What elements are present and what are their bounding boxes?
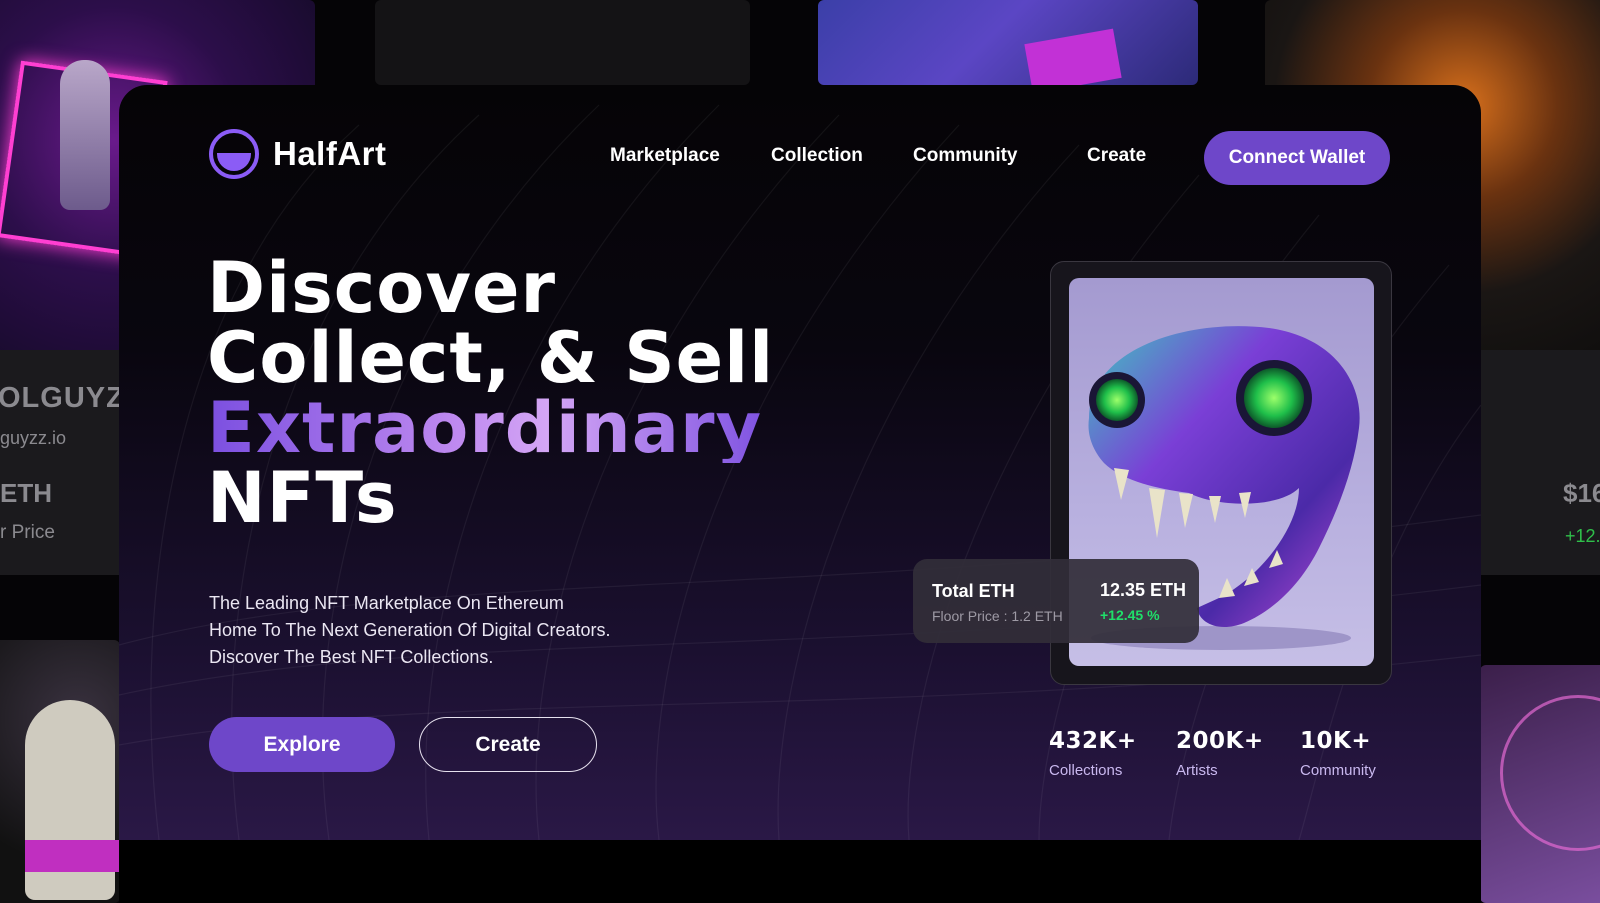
- bg-card-change-right: +12.: [1565, 526, 1600, 546]
- halfart-logo-icon: [209, 129, 259, 179]
- bg-art-stripe: [25, 840, 120, 872]
- hand-art: [60, 60, 110, 210]
- explore-button[interactable]: Explore: [209, 717, 395, 772]
- stat-community: 10K+ Community: [1300, 728, 1376, 779]
- stat-artists: 200K+ Artists: [1176, 728, 1264, 779]
- stat-community-label: Community: [1300, 762, 1376, 779]
- bg-nft-card-art-3: [818, 0, 1198, 85]
- panel-footer-strip: [119, 840, 1481, 903]
- hero-description: The Leading NFT Marketplace On Ethereum …: [209, 590, 611, 671]
- stat-collections-label: Collections: [1049, 762, 1123, 779]
- hero-panel: HalfArt Marketplace Collection Community…: [119, 85, 1481, 840]
- brand-logo[interactable]: HalfArt: [209, 129, 387, 179]
- headline-line-1: Discover: [207, 247, 556, 329]
- bg-art-ring: [1500, 695, 1600, 851]
- bg-nft-card-art-2: [375, 0, 750, 85]
- stat-collections-number: 432K+: [1049, 728, 1137, 754]
- stat-artists-number: 200K+: [1176, 728, 1264, 754]
- nav-community[interactable]: Community: [913, 145, 1018, 167]
- floor-price-label: Floor Price : 1.2 ETH: [932, 608, 1063, 624]
- connect-wallet-button[interactable]: Connect Wallet: [1204, 131, 1390, 185]
- headline-line-2: Collect, & Sell: [207, 317, 775, 399]
- price-change-value: +12.45 %: [1100, 607, 1160, 623]
- bg-nft-card-art-bottom-right: [1480, 665, 1600, 903]
- total-eth-card: Total ETH Floor Price : 1.2 ETH 12.35 ET…: [913, 559, 1199, 643]
- bg-card-name: OLGUYZ: [0, 382, 125, 414]
- headline-line-3: Extraordinary: [207, 393, 774, 463]
- desc-line-1: The Leading NFT Marketplace On Ethereum: [209, 593, 564, 613]
- nav-collection[interactable]: Collection: [771, 145, 863, 167]
- nav-create[interactable]: Create: [1087, 145, 1146, 167]
- total-eth-label: Total ETH: [932, 581, 1015, 601]
- desc-line-2: Home To The Next Generation Of Digital C…: [209, 620, 611, 640]
- stat-collections: 432K+ Collections: [1049, 728, 1137, 779]
- desc-line-3: Discover The Best NFT Collections.: [209, 647, 494, 667]
- create-button[interactable]: Create: [419, 717, 597, 772]
- headline-line-4: NFTs: [207, 457, 398, 539]
- total-eth-value: 12.35 ETH: [1100, 580, 1187, 600]
- bg-card-handle: guyzz.io: [0, 428, 67, 448]
- brand-name: HalfArt: [273, 135, 387, 172]
- bg-nft-card-art-bottom-left: [0, 640, 120, 903]
- nav-marketplace[interactable]: Marketplace: [610, 145, 720, 167]
- bg-card-floor: r Price: [0, 522, 55, 543]
- bg-card-price-right: $16: [1563, 478, 1600, 508]
- bg-art-shape: [1024, 28, 1122, 85]
- hero-headline: Discover Collect, & Sell Extraordinary N…: [207, 253, 774, 533]
- stat-artists-label: Artists: [1176, 762, 1218, 779]
- bg-card-price: ETH: [0, 478, 52, 508]
- stat-community-number: 10K+: [1300, 728, 1372, 754]
